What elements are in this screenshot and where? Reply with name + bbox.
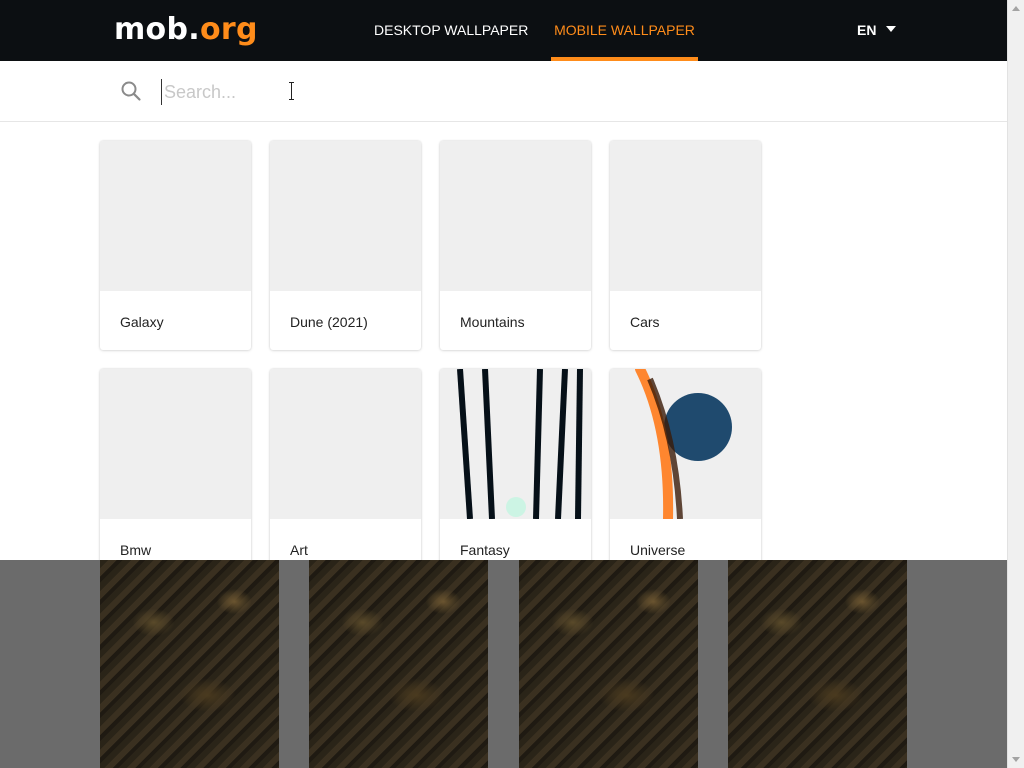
language-label: EN <box>857 22 877 38</box>
category-label: Universe <box>630 542 686 558</box>
category-thumbnail <box>100 369 251 519</box>
scroll-up-icon[interactable] <box>1012 6 1020 11</box>
logo-text-accent: org <box>199 12 258 47</box>
vertical-scrollbar[interactable] <box>1007 0 1024 768</box>
category-card-fantasy[interactable]: Fantasy <box>440 369 591 578</box>
category-label: Bmw <box>120 542 152 558</box>
search-input[interactable] <box>161 79 464 105</box>
wallpaper-thumbnail <box>728 560 907 768</box>
caret-down-icon <box>886 26 897 32</box>
category-card-art[interactable]: Art <box>270 369 421 578</box>
category-thumbnail <box>270 369 421 519</box>
category-label: Cars <box>630 314 660 330</box>
logo-text-main: mob. <box>114 12 200 47</box>
site-logo[interactable]: mob.org <box>114 12 258 48</box>
category-card-galaxy[interactable]: Galaxy <box>100 141 251 350</box>
category-card-bmw[interactable]: Bmw <box>100 369 251 578</box>
category-card-mountains[interactable]: Mountains <box>440 141 591 350</box>
category-thumbnail <box>270 141 421 291</box>
category-label: Mountains <box>460 314 525 330</box>
wallpaper-thumbnail <box>519 560 698 768</box>
nav-mobile-wallpaper[interactable]: MOBILE WALLPAPER <box>551 0 698 61</box>
language-selector[interactable]: EN <box>857 0 897 61</box>
category-label: Dune (2021) <box>290 314 368 330</box>
site-header: mob.org DESKTOP WALLPAPER MOBILE WALLPAP… <box>0 0 1007 61</box>
category-card-cars[interactable]: Cars <box>610 141 761 350</box>
category-thumbnail <box>610 141 761 291</box>
planet-image <box>635 369 732 524</box>
category-card-universe[interactable]: Universe <box>610 369 761 578</box>
nav-desktop-wallpaper[interactable]: DESKTOP WALLPAPER <box>374 0 528 61</box>
category-thumbnail <box>100 141 251 291</box>
wallpaper-thumbnail <box>309 560 488 768</box>
search-bar <box>0 61 1007 122</box>
category-thumbnail <box>440 141 591 291</box>
scroll-down-icon[interactable] <box>1012 757 1020 762</box>
category-card-dune[interactable]: Dune (2021) <box>270 141 421 350</box>
forest-image <box>457 369 583 520</box>
category-label: Art <box>290 542 308 558</box>
category-thumbnail <box>610 369 761 524</box>
search-icon[interactable] <box>120 80 142 102</box>
wallpaper-thumbnail <box>100 560 279 768</box>
category-thumbnail <box>440 369 591 520</box>
category-label: Galaxy <box>120 314 164 330</box>
category-label: Fantasy <box>460 542 510 558</box>
text-cursor-icon <box>289 82 294 100</box>
